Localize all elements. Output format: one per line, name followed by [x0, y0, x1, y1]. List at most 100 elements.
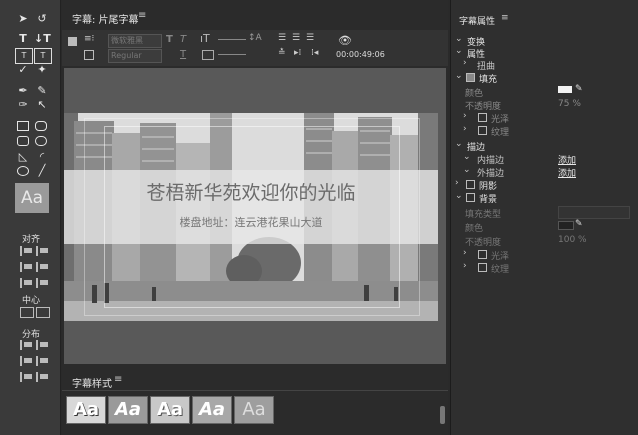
arc-tool-icon[interactable]: ◜	[34, 150, 50, 164]
rotation-tool-icon[interactable]: ↺	[34, 12, 50, 26]
tab-stops-icon[interactable]: ≛	[278, 48, 286, 58]
align-middle-icon[interactable]	[36, 262, 52, 272]
path-type-tool-icon[interactable]: ✓	[15, 63, 31, 77]
eyedropper-icon[interactable]: ✎	[575, 219, 583, 229]
rounded-corner-tool-icon[interactable]	[35, 136, 47, 146]
vertical-type-tool-icon[interactable]: ↓T	[34, 32, 51, 46]
style-swatch[interactable]: Aa	[108, 396, 148, 424]
chevron-down-icon[interactable]: ⌄	[455, 34, 463, 44]
shadow-section[interactable]: 阴影	[479, 179, 497, 192]
props-title[interactable]: 字幕属性	[459, 14, 495, 27]
fill-opacity-value[interactable]: 75 %	[558, 99, 581, 109]
chevron-down-icon[interactable]: ⌄	[455, 46, 463, 56]
style-swatch[interactable]: Aa	[192, 396, 232, 424]
eyedropper-icon[interactable]: ✎	[575, 84, 583, 94]
styles-title[interactable]: 字幕样式	[72, 375, 112, 390]
vertical-area-type-tool-icon[interactable]: T	[34, 48, 52, 64]
selection-tool-icon[interactable]: ➤	[15, 12, 31, 26]
fill-checkbox[interactable]	[466, 73, 475, 82]
chevron-right-icon[interactable]: ›	[463, 111, 467, 121]
align-right-icon[interactable]	[20, 278, 36, 288]
font-family-select[interactable]: 微软雅黑	[108, 34, 162, 48]
underline-icon[interactable]: T	[180, 49, 186, 60]
center-vertical-icon[interactable]	[36, 307, 50, 318]
chevron-down-icon[interactable]: ⌄	[463, 152, 471, 162]
hamburger-icon[interactable]: ≡	[138, 10, 146, 21]
align-text-right-icon[interactable]: ☰	[306, 33, 314, 43]
convert-anchor-tool-icon[interactable]: ↖	[34, 98, 50, 112]
chevron-right-icon[interactable]: ›	[455, 178, 459, 188]
font-size-slider[interactable]	[218, 39, 246, 40]
bg-texture-section[interactable]: 纹理	[491, 262, 509, 275]
tab-right-icon[interactable]: ⁞◂	[311, 48, 318, 58]
chevron-down-icon[interactable]: ⌄	[455, 71, 463, 81]
chevron-right-icon[interactable]: ›	[463, 248, 467, 258]
kerning-icon[interactable]: ↕A	[248, 33, 262, 43]
styles-scrollbar[interactable]	[440, 406, 445, 424]
tab-left-icon[interactable]: ▸⁞	[294, 48, 301, 58]
show-background-video-icon[interactable]: 👁	[338, 34, 352, 47]
align-left-icon[interactable]	[20, 246, 36, 256]
chevron-down-icon[interactable]: ⌄	[463, 165, 471, 175]
add-anchor-tool-icon[interactable]: ✑	[15, 98, 31, 112]
rounded-rectangle-tool-icon[interactable]	[35, 121, 47, 131]
line-tool-icon[interactable]: ╱	[34, 164, 50, 178]
fill-color-swatch[interactable]	[558, 86, 572, 93]
add-outer-stroke-link[interactable]: 添加	[558, 166, 576, 179]
chevron-right-icon[interactable]: ›	[463, 58, 467, 68]
timecode[interactable]: 00:00:49:06	[336, 50, 385, 59]
align-bottom-icon[interactable]	[36, 278, 52, 288]
wedge-tool-icon[interactable]: ◺	[15, 150, 31, 164]
align-text-left-icon[interactable]: ☰	[278, 33, 286, 43]
delete-anchor-tool-icon[interactable]: ✎	[34, 84, 50, 98]
background-section[interactable]: 背景	[479, 192, 497, 205]
sheen-section[interactable]: 光泽	[491, 112, 509, 125]
vertical-path-type-tool-icon[interactable]: ✦	[34, 63, 50, 77]
chevron-down-icon[interactable]: ⌄	[455, 139, 463, 149]
leading-slider[interactable]	[218, 54, 246, 55]
sheen-checkbox[interactable]	[478, 113, 487, 122]
templates-icon[interactable]	[84, 50, 94, 60]
background-checkbox[interactable]	[466, 193, 475, 202]
clipped-rectangle-tool-icon[interactable]	[17, 136, 29, 146]
shadow-checkbox[interactable]	[466, 180, 475, 189]
area-type-tool-icon[interactable]: T	[15, 48, 33, 64]
font-size-icon[interactable]: ıT	[200, 32, 210, 45]
props-menu-icon[interactable]: ≡	[501, 13, 509, 23]
add-inner-stroke-link[interactable]: 添加	[558, 153, 576, 166]
ellipse-tool-icon[interactable]	[17, 166, 29, 176]
chevron-right-icon[interactable]: ›	[463, 261, 467, 271]
roll-crawl-icon[interactable]: ≡⁝	[84, 34, 94, 44]
panel-title[interactable]: 字幕: 片尾字幕	[72, 11, 139, 26]
center-horizontal-icon[interactable]	[20, 307, 34, 318]
font-style-select[interactable]: Regular	[108, 49, 162, 63]
align-center-icon[interactable]	[36, 246, 52, 256]
distribute-left-icon[interactable]	[20, 340, 36, 350]
align-top-icon[interactable]	[20, 262, 36, 272]
type-tool-icon[interactable]: T	[15, 32, 31, 46]
pen-tool-icon[interactable]: ✒	[15, 84, 31, 98]
texture-checkbox[interactable]	[478, 126, 487, 135]
style-swatch[interactable]: Aa	[234, 396, 274, 424]
distribute-top-icon[interactable]	[36, 356, 52, 366]
styles-menu-icon[interactable]: ≡	[114, 374, 122, 385]
style-swatch[interactable]: Aa	[66, 396, 106, 424]
bg-color-swatch[interactable]	[558, 221, 574, 230]
fill-section[interactable]: 填充	[479, 72, 497, 85]
title-canvas[interactable]: 苍梧新华苑欢迎你的光临 楼盘地址：连云港花果山大道	[64, 68, 446, 364]
new-title-icon[interactable]	[68, 37, 77, 46]
bg-sheen-checkbox[interactable]	[478, 250, 487, 259]
distribute-h-center-icon[interactable]	[36, 340, 52, 350]
bg-sheen-section[interactable]: 光泽	[491, 249, 509, 262]
italic-icon[interactable]: T	[180, 34, 186, 45]
style-swatch[interactable]: Aa	[150, 396, 190, 424]
bg-opacity-value[interactable]: 100 %	[558, 235, 587, 245]
bold-icon[interactable]: T	[166, 34, 173, 45]
chevron-right-icon[interactable]: ›	[463, 124, 467, 134]
distribute-bottom-icon[interactable]	[36, 372, 52, 382]
distribute-right-icon[interactable]	[20, 356, 36, 366]
rectangle-tool-icon[interactable]	[17, 121, 29, 131]
fill-type-select[interactable]	[558, 206, 630, 219]
leading-icon[interactable]	[202, 50, 214, 60]
texture-section[interactable]: 纹理	[491, 125, 509, 138]
